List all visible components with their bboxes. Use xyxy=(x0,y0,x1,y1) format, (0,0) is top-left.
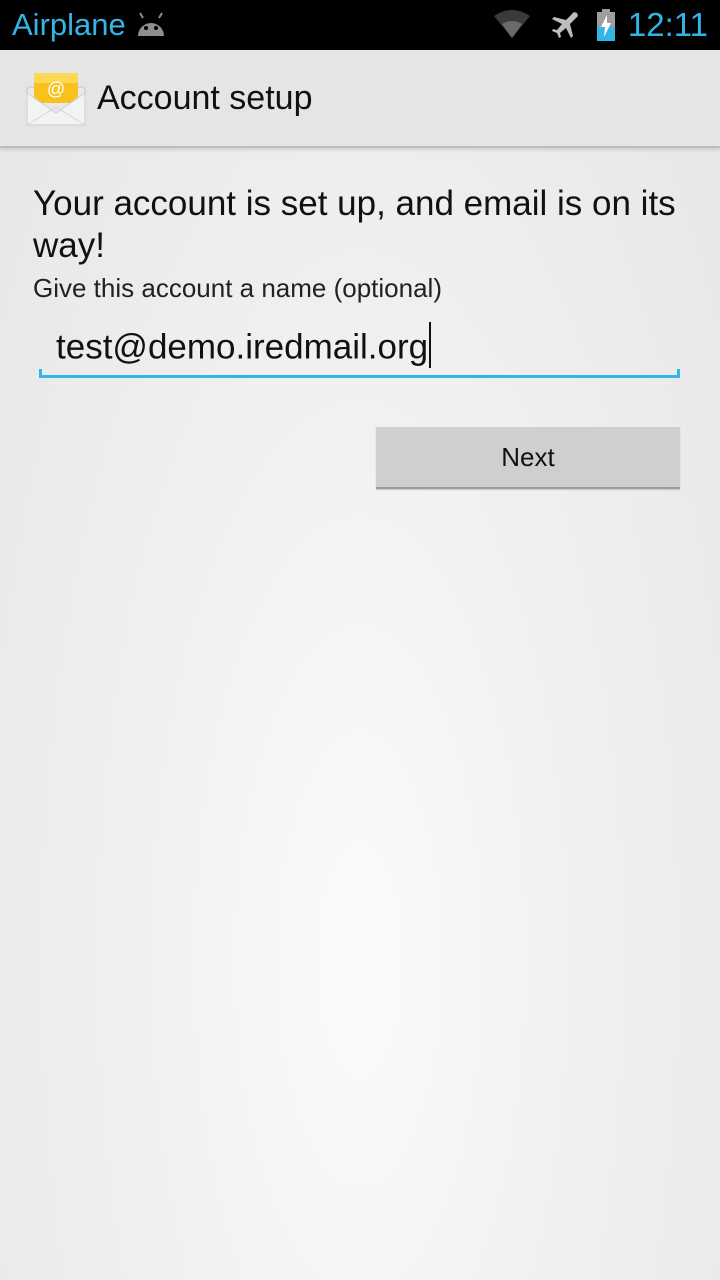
airplane-mode-icon xyxy=(551,12,578,38)
status-bar: Airplane 12:11 xyxy=(0,0,720,50)
battery-charging-icon xyxy=(596,9,615,41)
input-underline xyxy=(39,375,680,378)
clock: 12:11 xyxy=(627,6,708,43)
airplane-notification-text: Airplane xyxy=(12,7,126,42)
text-cursor xyxy=(429,322,432,368)
account-name-input[interactable]: test@demo.iredmail.org xyxy=(39,318,680,378)
svg-text:@: @ xyxy=(47,79,65,99)
status-left: Airplane xyxy=(0,0,168,50)
account-name-label: Give this account a name (optional) xyxy=(33,273,442,303)
setup-complete-heading: Your account is set up, and email is on … xyxy=(33,184,676,265)
android-icon xyxy=(137,12,164,36)
input-underline-tick-right xyxy=(677,369,680,378)
status-right: 12:11 xyxy=(492,0,708,50)
email-envelope-icon[interactable]: @ xyxy=(25,69,87,127)
action-bar: @ Account setup xyxy=(0,50,720,148)
wifi-icon xyxy=(493,10,530,38)
account-name-input-value[interactable]: test@demo.iredmail.org xyxy=(56,322,432,372)
account-name-text: test@demo.iredmail.org xyxy=(56,327,429,367)
screen: Airplane 12:11 @ Account setup Your acco… xyxy=(0,0,720,1280)
action-bar-title: Account setup xyxy=(97,78,313,117)
next-button[interactable]: Next xyxy=(376,427,680,489)
input-underline-tick-left xyxy=(39,369,42,378)
